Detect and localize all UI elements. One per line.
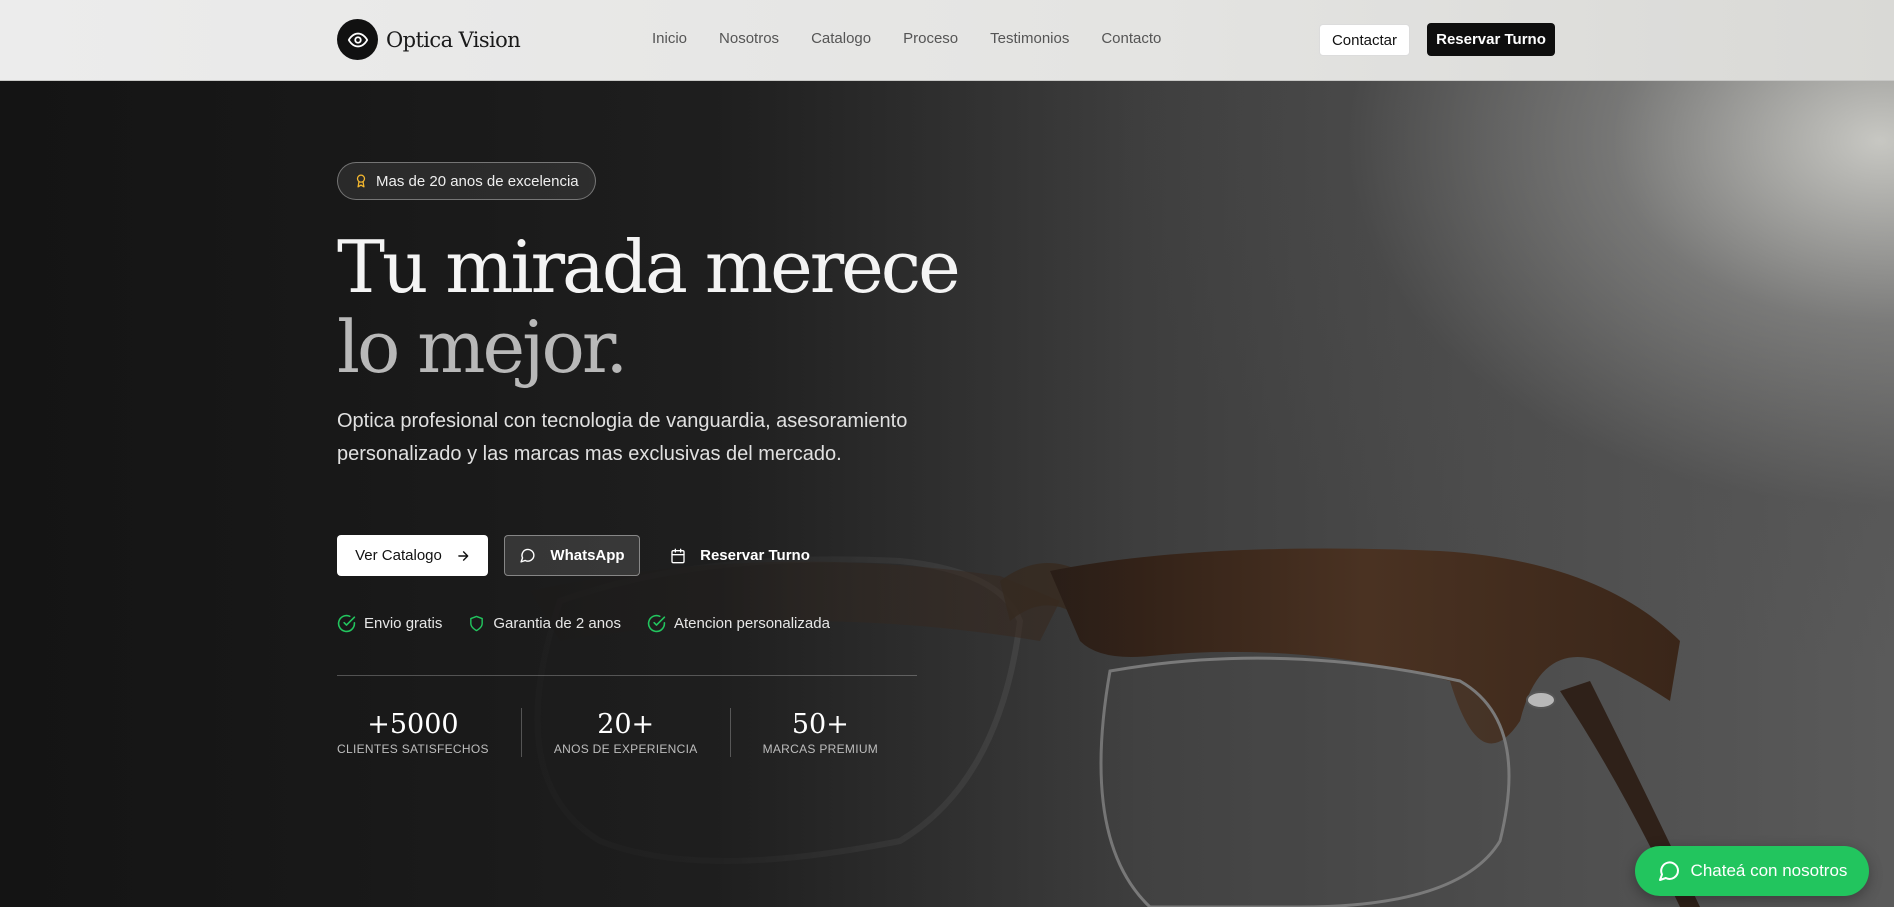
contact-button[interactable]: Contactar: [1319, 24, 1410, 56]
hero-section: Mas de 20 anos de excelencia Tu mirada m…: [0, 81, 1894, 907]
feature-list: Envio gratis Garantia de 2 anos Atencion…: [337, 614, 856, 633]
hero-description: Optica profesional con tecnologia de van…: [337, 410, 908, 465]
stat-value: 50+: [791, 709, 849, 740]
hero-title-line1: Tu mirada merece: [337, 225, 961, 309]
shield-icon: [468, 614, 485, 633]
top-navigation-bar: Optica Vision Inicio Nosotros Catalogo P…: [0, 0, 1894, 81]
message-circle-icon: [519, 547, 536, 564]
whatsapp-label: WhatsApp: [550, 547, 625, 564]
badge-label: Mas de 20 anos de excelencia: [376, 172, 579, 190]
brand-name: Optica Vision: [386, 27, 521, 52]
award-icon: [354, 173, 368, 189]
nav-link-proceso[interactable]: Proceso: [903, 30, 958, 47]
check-circle-icon: [647, 614, 666, 633]
view-catalog-button[interactable]: Ver Catalogo: [337, 535, 488, 576]
hero-reserve-button[interactable]: Reservar Turno: [660, 535, 820, 576]
stat-label: CLIENTES SATISFECHOS: [337, 742, 489, 756]
stat-value: +5000: [367, 709, 459, 740]
feature-label: Envio gratis: [364, 615, 443, 632]
hero-title-line2: lo mejor.: [337, 305, 628, 389]
check-circle-icon: [337, 614, 356, 633]
nav-link-catalogo[interactable]: Catalogo: [811, 30, 871, 47]
stat-clients: +5000 CLIENTES SATISFECHOS: [337, 708, 489, 757]
stat-label: ANOS DE EXPERIENCIA: [553, 742, 698, 756]
hero-divider: [337, 675, 917, 676]
whatsapp-button[interactable]: WhatsApp: [504, 535, 640, 576]
main-nav: Inicio Nosotros Catalogo Proceso Testimo…: [652, 30, 1193, 47]
stat-separator: [520, 708, 522, 757]
arrow-right-icon: [456, 549, 470, 563]
nav-link-testimonios[interactable]: Testimonios: [990, 30, 1069, 47]
calendar-icon: [670, 548, 686, 564]
feature-label: Garantia de 2 anos: [493, 615, 621, 632]
nav-link-contacto[interactable]: Contacto: [1101, 30, 1161, 47]
eye-icon: [337, 19, 378, 60]
stats-row: +5000 CLIENTES SATISFECHOS 20+ ANOS DE E…: [337, 708, 878, 757]
eyeglasses-background-image: [0, 81, 1894, 907]
feature-free-shipping: Envio gratis: [337, 614, 442, 633]
message-circle-icon: [1657, 859, 1681, 883]
feature-personal-attention: Atencion personalizada: [647, 614, 830, 633]
view-catalog-label: Ver Catalogo: [355, 547, 442, 564]
hero-title: Tu mirada merece lo mejor.: [337, 225, 961, 389]
stat-brands: 50+ MARCAS PREMIUM: [763, 708, 879, 757]
stat-label: MARCAS PREMIUM: [762, 742, 879, 756]
nav-link-nosotros[interactable]: Nosotros: [719, 30, 779, 47]
feature-label: Atencion personalizada: [673, 615, 830, 632]
chat-button-label: Chateá con nosotros: [1690, 861, 1848, 880]
stat-separator: [729, 708, 731, 757]
nav-link-inicio[interactable]: Inicio: [652, 30, 687, 47]
feature-warranty: Garantia de 2 anos: [468, 614, 621, 633]
whatsapp-chat-floating-button[interactable]: Chateá con nosotros: [1635, 846, 1869, 896]
stat-experience: 20+ ANOS DE EXPERIENCIA: [554, 708, 698, 757]
experience-badge: Mas de 20 anos de excelencia: [337, 162, 596, 200]
stat-value: 20+: [597, 709, 655, 740]
hero-reserve-label: Reservar Turno: [700, 547, 810, 564]
brand-logo[interactable]: Optica Vision: [337, 19, 521, 60]
reserve-appointment-button[interactable]: Reservar Turno: [1427, 23, 1555, 56]
